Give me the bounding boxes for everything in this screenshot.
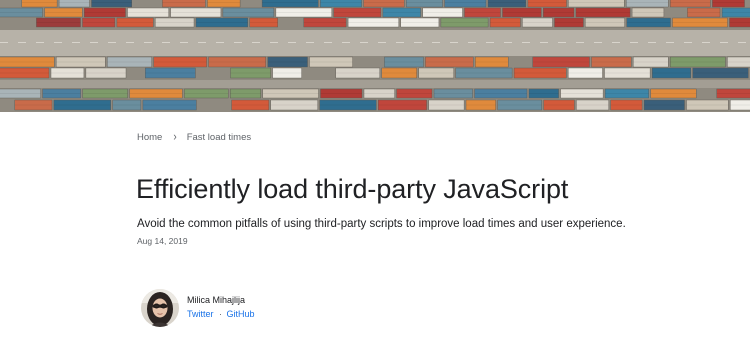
author-links: Twitter · GitHub bbox=[187, 309, 255, 319]
chevron-right-icon: › bbox=[173, 130, 177, 145]
publish-date: Aug 14, 2019 bbox=[137, 236, 188, 246]
breadcrumb-home-link[interactable]: Home bbox=[137, 132, 162, 143]
shipping-containers-photo bbox=[0, 0, 750, 112]
author-card: Milica Mihajlija Twitter · GitHub bbox=[141, 289, 255, 327]
avatar[interactable] bbox=[141, 289, 179, 327]
breadcrumb-fast-load-times-link[interactable]: Fast load times bbox=[187, 132, 251, 143]
page-subtitle: Avoid the common pitfalls of using third… bbox=[137, 218, 626, 230]
author-photo-icon bbox=[141, 289, 179, 327]
link-separator: · bbox=[219, 309, 223, 319]
author-name: Milica Mihajlija bbox=[187, 295, 246, 305]
page-title: Efficiently load third-party JavaScript bbox=[136, 174, 569, 204]
hero-image bbox=[0, 0, 750, 112]
author-github-link[interactable]: GitHub bbox=[227, 309, 255, 319]
author-info: Milica Mihajlija Twitter · GitHub bbox=[187, 295, 255, 319]
author-twitter-link[interactable]: Twitter bbox=[187, 309, 214, 319]
breadcrumb: Home › Fast load times bbox=[137, 130, 251, 145]
